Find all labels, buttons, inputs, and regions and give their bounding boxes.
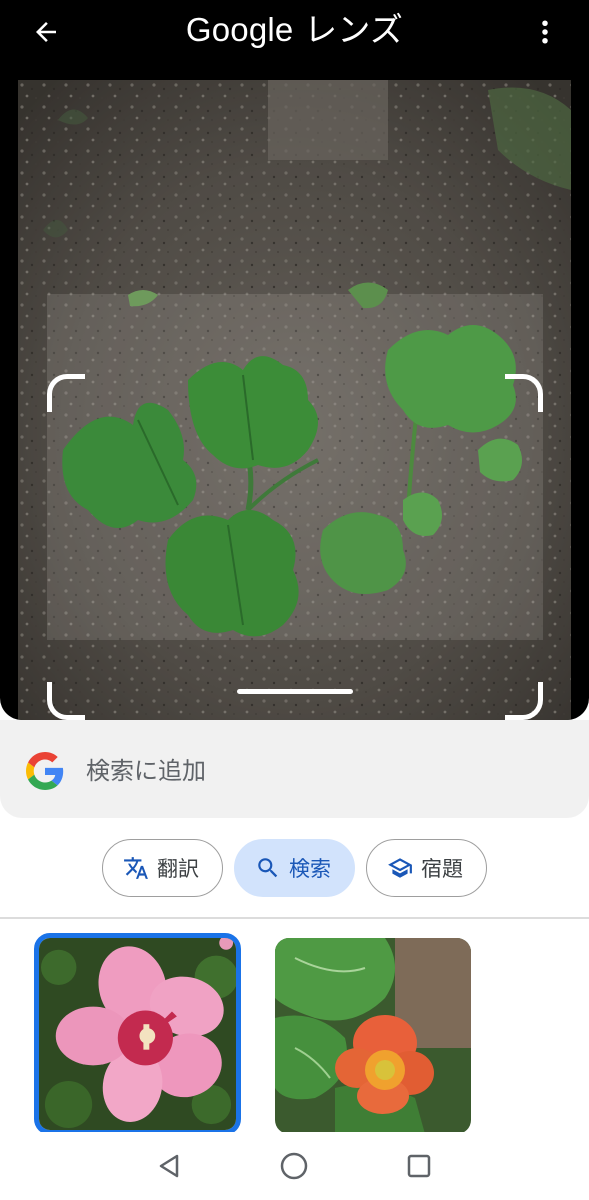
title-suffix: レンズ	[293, 10, 404, 49]
orange-flower-image	[275, 938, 471, 1134]
sheet-drag-handle[interactable]	[237, 689, 353, 694]
system-navigation-bar	[0, 1132, 589, 1200]
nav-home-button[interactable]	[274, 1146, 314, 1186]
section-divider	[0, 917, 589, 919]
crop-handle-bottom-left[interactable]	[47, 682, 85, 720]
title-brand: Google	[185, 11, 294, 48]
graduation-cap-icon	[387, 855, 413, 881]
chip-translate[interactable]: 翻訳	[102, 839, 223, 897]
more-options-button[interactable]	[523, 10, 567, 54]
top-app-bar: Google レンズ	[0, 0, 589, 80]
nav-back-button[interactable]	[149, 1146, 189, 1186]
search-icon	[255, 855, 281, 881]
chip-search-label: 検索	[289, 857, 331, 881]
chip-translate-label: 翻訳	[157, 857, 199, 881]
google-g-icon	[26, 752, 64, 790]
page-title: Google レンズ	[0, 8, 589, 52]
crop-handle-bottom-right[interactable]	[505, 682, 543, 720]
chip-homework[interactable]: 宿題	[366, 839, 487, 897]
back-triangle-icon	[159, 1154, 179, 1178]
lens-mode-chips: 翻訳 検索 宿題	[0, 839, 589, 899]
camera-preview	[0, 80, 589, 720]
crop-handle-top-left[interactable]	[47, 374, 85, 412]
result-thumbnail-2[interactable]	[275, 938, 471, 1134]
translate-icon	[123, 855, 149, 881]
pink-hibiscus-image	[39, 938, 236, 1130]
results-sheet: 検索に追加 翻訳 検索 宿題	[0, 720, 589, 1200]
add-to-search-placeholder: 検索に追加	[86, 757, 206, 785]
more-vert-icon	[542, 20, 548, 44]
add-to-search-field[interactable]: 検索に追加	[0, 720, 589, 818]
recents-square-icon	[407, 1154, 431, 1178]
crop-handle-top-right[interactable]	[505, 374, 543, 412]
crop-selection[interactable]	[47, 374, 543, 720]
lens-screen: Google レンズ 検索に追加 翻訳 検索 宿題	[0, 0, 589, 1200]
nav-recents-button[interactable]	[399, 1146, 439, 1186]
chip-search[interactable]: 検索	[234, 839, 355, 897]
home-circle-icon	[280, 1152, 308, 1180]
result-thumbnail-1[interactable]	[34, 933, 241, 1135]
chip-homework-label: 宿題	[421, 857, 463, 881]
